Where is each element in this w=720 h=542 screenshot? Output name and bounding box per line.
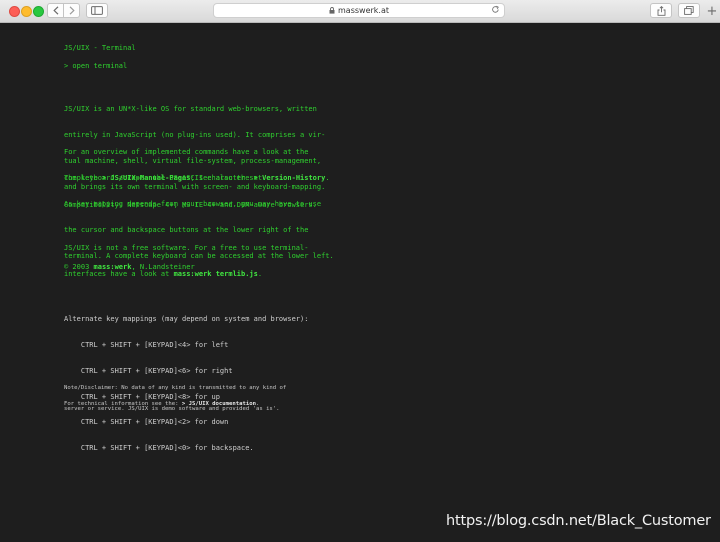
reload-icon [492, 5, 499, 13]
url-text: masswerk.at [338, 6, 389, 15]
key-mapping-item: CTRL + SHIFT + [KEYPAD]<0> for backspace… [64, 444, 254, 453]
share-button[interactable] [650, 3, 672, 18]
terminal-prompt: > open terminal [64, 62, 128, 70]
new-tab-button[interactable]: + [706, 4, 718, 19]
terminal-title: JS/UIX - Terminal [64, 44, 136, 52]
reload-button[interactable] [491, 5, 500, 14]
share-icon [657, 5, 665, 16]
back-arrow-icon [52, 6, 58, 15]
key-mappings-title: Alternate key mappings (may depend on sy… [64, 315, 309, 324]
key-mapping-item: CTRL + SHIFT + [KEYPAD]<4> for left [64, 340, 229, 349]
documentation-link[interactable]: > JS/UIX documentation [182, 401, 256, 407]
technical-info-line: For technical information see the: > JS/… [64, 401, 260, 407]
tabs-icon [684, 6, 694, 15]
disclaimer-block: Note/Disclaimer: No data of any kind is … [64, 385, 287, 412]
back-button[interactable] [47, 3, 64, 18]
minimize-window-button[interactable] [21, 6, 32, 17]
compatibility-line: Compatibility: Netscape 4+, MS IE 4+ and… [64, 201, 317, 209]
browser-toolbar: masswerk.at + [0, 0, 720, 23]
address-bar[interactable]: masswerk.at [213, 3, 505, 18]
close-window-button[interactable] [9, 6, 20, 17]
copyright-line: © 2003 mass:werk, N.Landsteiner [64, 263, 195, 271]
watermark-text: https://blog.csdn.net/Black_Customer [446, 513, 711, 529]
show-tabs-button[interactable] [678, 3, 700, 18]
forward-arrow-icon [69, 6, 75, 15]
masswerk-link[interactable]: mass:werk [94, 263, 132, 271]
free-software-paragraph: JS/UIX is not a free software. For a fre… [64, 244, 309, 278]
lock-icon [329, 7, 335, 14]
sidebar-icon [91, 6, 103, 15]
plus-icon: + [706, 4, 718, 19]
sidebar-button[interactable] [86, 3, 108, 18]
forward-button[interactable] [63, 3, 80, 18]
zoom-window-button[interactable] [33, 6, 44, 17]
terminal-screen[interactable]: JS/UIX - Terminal > open terminal JS/UIX… [0, 23, 720, 542]
